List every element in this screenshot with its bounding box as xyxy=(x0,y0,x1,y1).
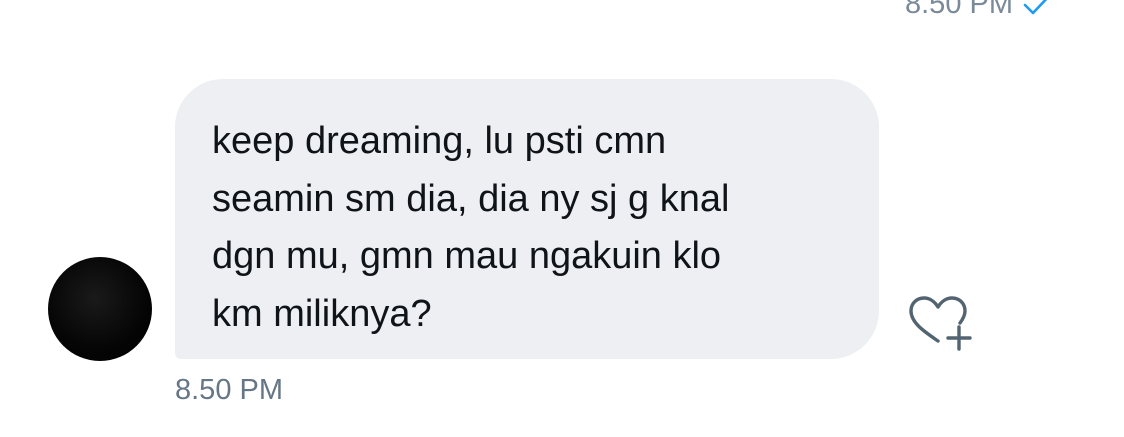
sent-message-time: 8.50 PM xyxy=(905,0,1013,20)
message-bubble[interactable]: keep dreaming, lu psti cmn seamin sm dia… xyxy=(175,79,879,359)
sent-message-status: 8.50 PM xyxy=(905,0,1053,22)
checkmark-icon xyxy=(1023,0,1048,15)
avatar[interactable] xyxy=(48,257,152,361)
message-text: keep dreaming, lu psti cmn seamin sm dia… xyxy=(212,120,730,335)
heart-add-icon xyxy=(909,296,972,351)
react-button[interactable] xyxy=(903,292,977,354)
message-time: 8.50 PM xyxy=(175,374,283,406)
